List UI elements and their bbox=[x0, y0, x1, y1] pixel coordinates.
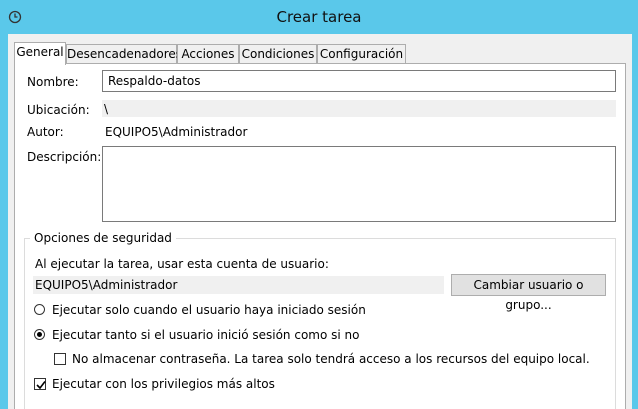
highest-privileges-checkbox[interactable] bbox=[34, 378, 46, 390]
tab-general[interactable]: General bbox=[14, 42, 66, 65]
description-label: Descripción: bbox=[27, 150, 102, 164]
name-input[interactable]: Respaldo-datos bbox=[102, 70, 616, 92]
no-store-password-checkbox[interactable] bbox=[54, 353, 66, 365]
name-label: Nombre: bbox=[27, 75, 79, 89]
security-group-title: Opciones de seguridad bbox=[30, 231, 176, 245]
change-user-button[interactable]: Cambiar usuario o grupo... bbox=[451, 274, 606, 312]
radio-whether-logged-label[interactable]: Ejecutar tanto si el usuario inició sesi… bbox=[52, 328, 359, 342]
radio-logged-on-label[interactable]: Ejecutar solo cuando el usuario haya ini… bbox=[52, 303, 366, 317]
location-label: Ubicación: bbox=[27, 103, 90, 117]
description-textarea[interactable] bbox=[102, 146, 616, 222]
tab-conditions[interactable]: Condiciones bbox=[239, 44, 317, 64]
radio-whether-logged[interactable] bbox=[34, 329, 45, 340]
no-store-password-label[interactable]: No almacenar contraseña. La tarea solo t… bbox=[72, 352, 590, 366]
window-border-left bbox=[0, 34, 8, 409]
run-as-label: Al ejecutar la tarea, usar esta cuenta d… bbox=[35, 257, 329, 271]
highest-privileges-label[interactable]: Ejecutar con los privilegios más altos bbox=[52, 377, 275, 391]
author-value: EQUIPO5\Administrador bbox=[105, 125, 248, 139]
window-border-right bbox=[632, 34, 638, 409]
tab-triggers[interactable]: Desencadenadores bbox=[66, 44, 182, 64]
author-label: Autor: bbox=[27, 125, 64, 139]
checkmark-icon bbox=[36, 381, 46, 390]
title-bar[interactable]: Crear tarea bbox=[0, 0, 638, 34]
location-value: \ bbox=[102, 100, 616, 117]
radio-logged-on[interactable] bbox=[34, 304, 45, 315]
tab-settings[interactable]: Configuración bbox=[317, 44, 406, 64]
tab-actions[interactable]: Acciones bbox=[177, 44, 239, 64]
window-title: Crear tarea bbox=[276, 8, 362, 26]
run-as-account: EQUIPO5\Administrador bbox=[33, 276, 444, 294]
radio-selected-dot bbox=[37, 332, 42, 337]
